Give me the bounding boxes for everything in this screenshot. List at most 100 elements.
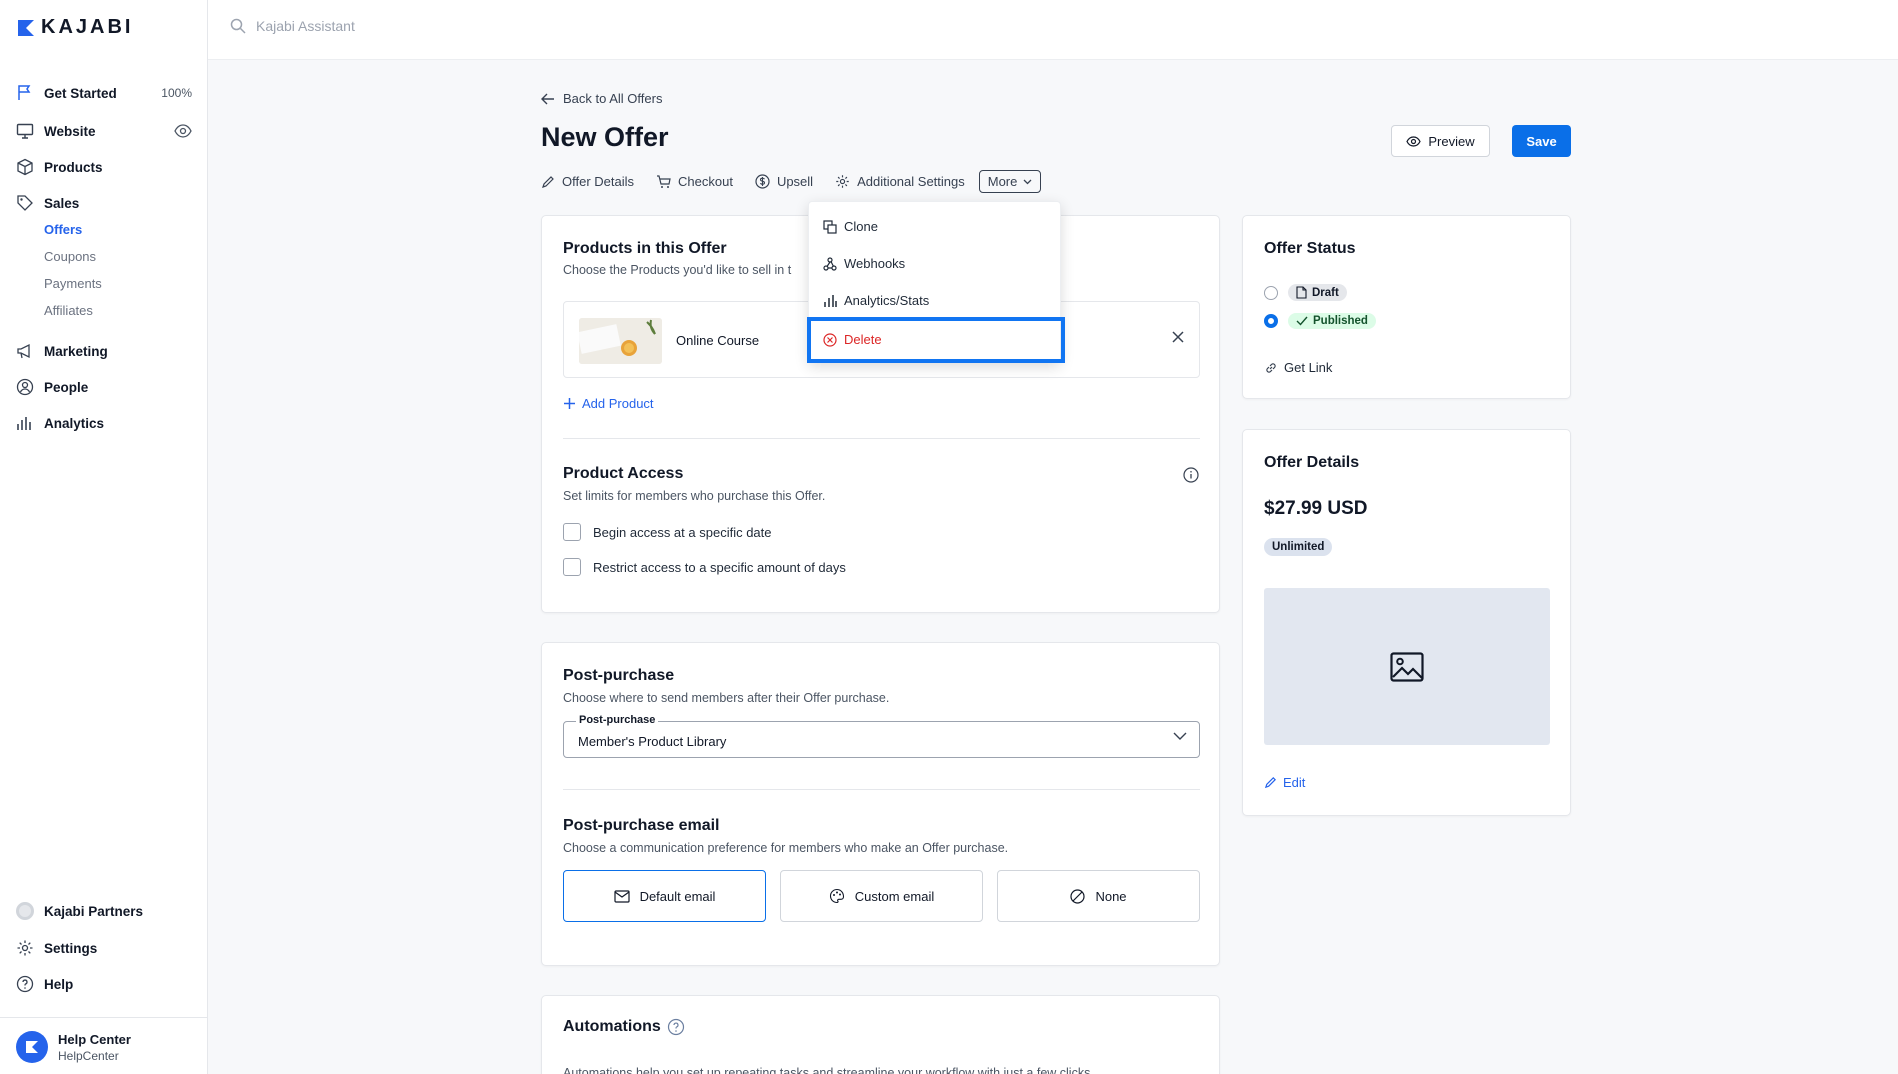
sidebar-item-people[interactable]: People xyxy=(16,378,192,396)
add-product-label: Add Product xyxy=(582,396,654,411)
question-circle-icon[interactable] xyxy=(667,1018,685,1036)
sidebar-item-products[interactable]: Products xyxy=(16,158,192,176)
kajabi-k-icon xyxy=(26,1041,38,1053)
radio-draft[interactable] xyxy=(1264,285,1278,300)
tab-label: Checkout xyxy=(678,174,733,189)
option-default-email[interactable]: Default email xyxy=(563,870,766,922)
checkbox-begin-access[interactable]: Begin access at a specific date xyxy=(563,523,772,541)
product-thumbnail-image xyxy=(579,318,662,364)
search-icon xyxy=(230,18,246,34)
eye-icon[interactable] xyxy=(174,122,192,140)
topbar: Kajabi Assistant xyxy=(208,0,1898,60)
select-value: Member's Product Library xyxy=(578,734,727,749)
product-thumbnail xyxy=(579,318,662,364)
tab-offer-details[interactable]: Offer Details xyxy=(541,174,634,189)
post-purchase-email-subtitle: Choose a communication preference for me… xyxy=(563,841,1009,855)
post-purchase-subtitle: Choose where to send members after their… xyxy=(563,691,890,705)
offer-tabs: Offer Details Checkout Upsell Additional… xyxy=(541,170,1042,193)
menu-item-clone[interactable]: Clone xyxy=(823,219,878,234)
product-access-title: Product Access xyxy=(563,465,684,482)
offer-details-card: Offer Details $27.99 USD Unlimited Edit xyxy=(1242,429,1571,816)
preview-button[interactable]: Preview xyxy=(1391,125,1490,157)
sidebar-item-label: Website xyxy=(44,123,96,139)
section-divider xyxy=(563,438,1200,439)
status-option-published[interactable]: Published xyxy=(1264,313,1376,329)
brand-name: KAJABI xyxy=(41,16,134,38)
section-divider xyxy=(563,789,1200,790)
ban-icon xyxy=(1070,888,1086,904)
help-center-title: Help Center xyxy=(58,1031,131,1047)
option-label: Default email xyxy=(639,888,716,904)
tab-additional-settings[interactable]: Additional Settings xyxy=(835,174,965,189)
post-purchase-card: Post-purchase Choose where to send membe… xyxy=(541,642,1220,966)
close-icon[interactable] xyxy=(1171,330,1185,344)
gear-icon xyxy=(836,175,849,188)
check-icon xyxy=(1296,316,1308,326)
image-icon xyxy=(1390,651,1424,682)
sidebar-item-analytics[interactable]: Analytics xyxy=(16,414,192,432)
back-to-offers-link[interactable]: Back to All Offers xyxy=(541,91,662,106)
select-label: Post-purchase xyxy=(576,714,659,726)
sidebar-item-label: Marketing xyxy=(44,343,108,359)
search-placeholder: Kajabi Assistant xyxy=(256,18,355,34)
box-icon xyxy=(17,158,33,176)
help-center-avatar xyxy=(16,1031,48,1063)
option-custom-email[interactable]: Custom email xyxy=(780,870,983,922)
tab-more-dropdown[interactable]: More xyxy=(978,170,1042,193)
sidebar-divider xyxy=(0,1017,208,1018)
offer-status-title: Offer Status xyxy=(1264,240,1356,257)
post-purchase-select[interactable]: Post-purchase Member's Product Library xyxy=(563,714,1200,758)
sidebar-subitem-affiliates[interactable]: Affiliates xyxy=(44,303,93,318)
checkbox-restrict-access[interactable]: Restrict access to a specific amount of … xyxy=(563,558,846,576)
assistant-search[interactable]: Kajabi Assistant xyxy=(230,18,355,34)
gear-icon xyxy=(17,940,33,956)
automations-title-row: Automations xyxy=(563,1018,685,1036)
chevron-down-icon xyxy=(1173,732,1187,740)
info-icon[interactable] xyxy=(1183,467,1199,483)
tab-upsell[interactable]: Upsell xyxy=(755,174,813,189)
offer-details-title: Offer Details xyxy=(1264,454,1360,471)
edit-offer-details-link[interactable]: Edit xyxy=(1264,775,1305,790)
sidebar-item-marketing[interactable]: Marketing xyxy=(16,342,192,360)
sidebar-item-label: Settings xyxy=(44,940,98,956)
sidebar-item-settings[interactable]: Settings xyxy=(16,939,192,957)
sidebar-subitem-payments[interactable]: Payments xyxy=(44,276,102,291)
sidebar-item-kajabi-partners[interactable]: Kajabi Partners xyxy=(16,902,192,920)
product-name: Online Course xyxy=(676,333,760,348)
offer-image-placeholder[interactable] xyxy=(1264,588,1550,745)
menu-item-analytics-stats[interactable]: Analytics/Stats xyxy=(823,293,929,308)
draft-badge: Draft xyxy=(1288,284,1347,301)
question-circle-icon xyxy=(16,975,34,993)
partners-avatar-icon xyxy=(16,902,34,920)
save-button[interactable]: Save xyxy=(1512,125,1571,157)
radio-published[interactable] xyxy=(1264,314,1278,328)
sidebar-item-get-started[interactable]: Get Started 100% xyxy=(16,84,192,102)
automations-card: Automations Automations help you set up … xyxy=(541,995,1220,1074)
envelope-icon xyxy=(613,889,630,903)
monitor-icon xyxy=(16,123,34,139)
sidebar-item-sales[interactable]: Sales xyxy=(16,194,192,212)
sidebar-item-website[interactable]: Website xyxy=(16,122,192,140)
add-product-link[interactable]: Add Product xyxy=(563,396,654,411)
dollar-circle-icon xyxy=(755,174,770,189)
products-card-title: Products in this Offer xyxy=(563,240,727,257)
menu-item-webhooks[interactable]: Webhooks xyxy=(823,256,905,271)
tab-checkout[interactable]: Checkout xyxy=(656,174,733,189)
get-link[interactable]: Get Link xyxy=(1264,360,1332,375)
sidebar-item-label: Kajabi Partners xyxy=(44,903,144,919)
help-center-subtitle: HelpCenter xyxy=(58,1048,119,1063)
status-option-draft[interactable]: Draft xyxy=(1264,284,1347,301)
webhook-icon xyxy=(823,256,837,271)
checkbox-box[interactable] xyxy=(563,523,581,541)
sidebar-subitem-offers[interactable]: Offers xyxy=(44,222,82,237)
megaphone-icon xyxy=(17,343,30,359)
sidebar-item-help[interactable]: Help xyxy=(16,975,192,993)
help-center[interactable]: Help Center HelpCenter xyxy=(16,1031,131,1063)
pencil-icon xyxy=(1264,777,1276,789)
kajabi-logo[interactable]: KAJABI xyxy=(17,16,133,39)
checkbox-box[interactable] xyxy=(563,558,581,576)
sidebar-subitem-coupons[interactable]: Coupons xyxy=(44,249,96,264)
option-none[interactable]: None xyxy=(997,870,1200,922)
sidebar-item-label: Products xyxy=(44,159,103,175)
eye-icon xyxy=(1406,135,1422,147)
